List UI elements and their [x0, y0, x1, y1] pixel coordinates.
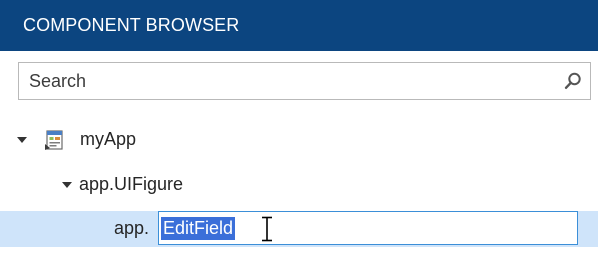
app-file-icon [45, 130, 63, 150]
expand-caret-icon[interactable] [62, 182, 72, 188]
expand-caret-icon[interactable] [17, 137, 27, 143]
search-icon[interactable] [563, 71, 583, 91]
search-input[interactable] [19, 63, 549, 99]
panel-header: COMPONENT BROWSER [0, 0, 598, 51]
tree-item-uifigure[interactable]: app.UIFigure [0, 167, 598, 203]
rename-field[interactable]: EditField [158, 211, 578, 245]
search-box[interactable] [18, 62, 591, 100]
tree-item-prefix: app. [114, 218, 150, 238]
rename-selected-text[interactable]: EditField [161, 217, 236, 240]
component-browser: COMPONENT BROWSER myApp app.UIFigure app… [0, 0, 598, 259]
tree-item-label: myApp [80, 129, 137, 149]
text-cursor-icon [262, 216, 272, 242]
tree-item-editfield[interactable]: app. EditField [0, 211, 598, 247]
tree-item-label: app.UIFigure [79, 174, 184, 194]
tree-item-myapp[interactable]: myApp [0, 122, 598, 158]
panel-title: COMPONENT BROWSER [23, 15, 240, 35]
